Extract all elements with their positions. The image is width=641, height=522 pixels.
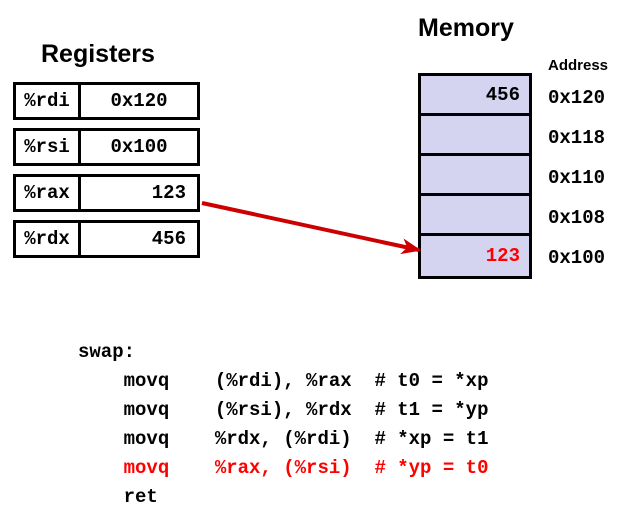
memory-table: 456 123 (418, 73, 532, 279)
address-label-column: 0x120 0x118 0x110 0x108 0x100 (548, 78, 605, 278)
address-label-0x100: 0x100 (548, 247, 606, 269)
address-label-0x108: 0x108 (548, 207, 606, 229)
register-name: %rdx (16, 223, 81, 255)
memory-heading: Memory (418, 14, 514, 42)
memory-cell-0x110 (421, 156, 529, 196)
registers-heading: Registers (41, 40, 155, 68)
address-column-heading: Address (548, 57, 609, 74)
assembly-code-block: swap: movq (%rdi), %rax # t0 = *xp movq … (78, 338, 488, 512)
code-line: movq (%rdi), %rax # t0 = *xp (78, 370, 489, 392)
code-line: movq (%rsi), %rdx # t1 = *yp (78, 399, 489, 421)
code-line: movq %rdx, (%rdi) # *xp = t1 (78, 428, 489, 450)
code-line: movq %rax, (%rsi) # *yp = t0 (78, 457, 489, 479)
register-name: %rdi (16, 85, 81, 117)
memory-cell-0x118 (421, 116, 529, 156)
register-row-rsi: %rsi 0x100 (13, 128, 200, 166)
address-label-0x118: 0x118 (548, 127, 606, 149)
register-table: %rdi 0x120 %rsi 0x100 %rax 123 %rdx 456 (13, 82, 200, 266)
register-row-rdx: %rdx 456 (13, 220, 200, 258)
register-value: 123 (151, 182, 186, 204)
register-value: 0x100 (110, 136, 168, 158)
register-value: 456 (151, 228, 186, 250)
code-line: swap: (78, 341, 136, 363)
memory-cell-0x120: 456 (421, 76, 529, 116)
register-value: 0x120 (110, 90, 168, 112)
memory-cell-0x100: 123 (421, 236, 529, 276)
register-name: %rsi (16, 131, 81, 163)
code-line: ret (78, 486, 158, 508)
address-label-0x110: 0x110 (548, 167, 606, 189)
address-label-0x120: 0x120 (548, 87, 606, 109)
register-row-rdi: %rdi 0x120 (13, 82, 200, 120)
register-name: %rax (16, 177, 81, 209)
memory-cell-0x108 (421, 196, 529, 236)
register-row-rax: %rax 123 (13, 174, 200, 212)
